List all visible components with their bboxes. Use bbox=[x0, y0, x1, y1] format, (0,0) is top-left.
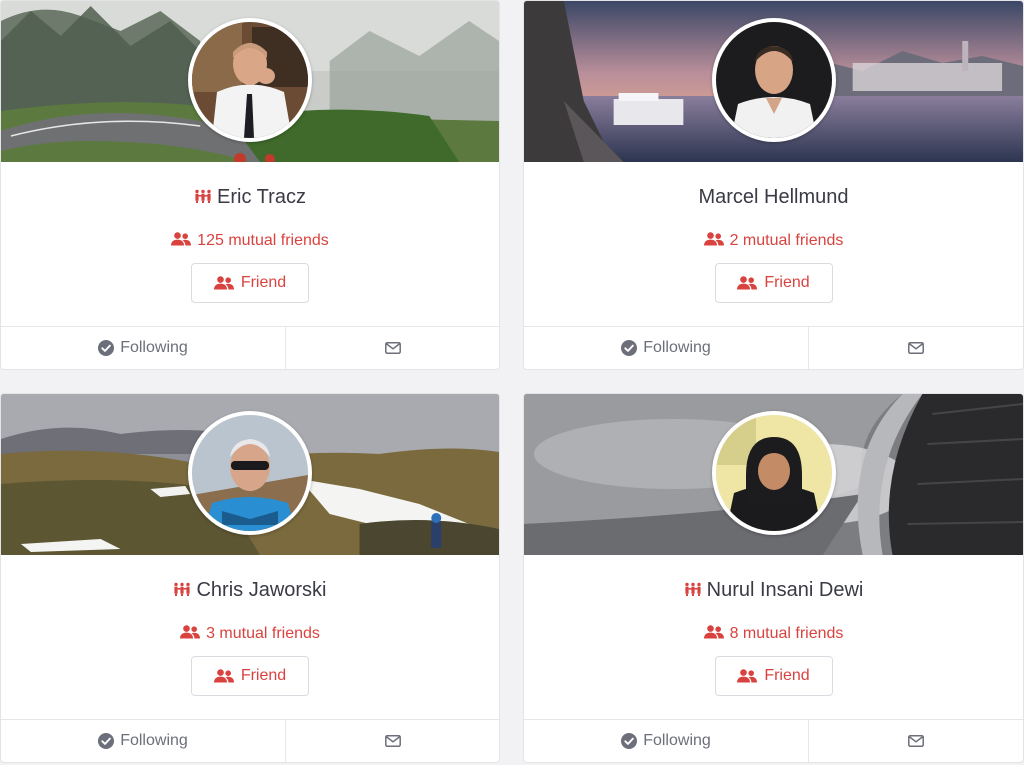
users-icon bbox=[704, 232, 724, 246]
card-footer: Following bbox=[1, 326, 499, 369]
friend-button-label: Friend bbox=[240, 667, 287, 684]
profile-card: Nurul Insani Dewi 8 mutual friends Frien… bbox=[523, 393, 1024, 763]
following-label: Following bbox=[120, 339, 188, 356]
profile-name[interactable]: Marcel Hellmund bbox=[698, 186, 848, 208]
envelope-icon bbox=[908, 342, 924, 354]
check-circle-icon bbox=[621, 340, 637, 356]
mutual-friends[interactable]: 2 mutual friends bbox=[524, 230, 1023, 252]
mutual-friends-label[interactable]: 3 mutual friends bbox=[206, 625, 320, 642]
following-label: Following bbox=[643, 339, 711, 356]
check-circle-icon bbox=[98, 340, 114, 356]
following-button[interactable]: Following bbox=[524, 720, 809, 762]
friend-button[interactable]: Friend bbox=[191, 263, 309, 303]
profile-card: Eric Tracz 125 mutual friends Friend Fol… bbox=[0, 0, 500, 370]
card-footer: Following bbox=[524, 326, 1023, 369]
card-footer: Following bbox=[1, 719, 499, 762]
friend-button[interactable]: Friend bbox=[191, 656, 309, 696]
users-icon bbox=[180, 625, 200, 639]
user-friends-icon bbox=[737, 276, 757, 290]
friend-button[interactable]: Friend bbox=[714, 263, 833, 303]
mutual-friends[interactable]: 3 mutual friends bbox=[1, 623, 499, 645]
friend-button[interactable]: Friend bbox=[714, 656, 833, 696]
mutual-friends[interactable]: 125 mutual friends bbox=[1, 230, 499, 252]
mutual-friends-label[interactable]: 125 mutual friends bbox=[197, 232, 329, 249]
message-button[interactable] bbox=[809, 327, 1023, 369]
profile-name-row[interactable]: Eric Tracz bbox=[1, 184, 499, 210]
profile-name[interactable]: Chris Jaworski bbox=[196, 579, 326, 601]
mutual-friends-label[interactable]: 2 mutual friends bbox=[730, 232, 844, 249]
mutual-friends[interactable]: 8 mutual friends bbox=[524, 623, 1023, 645]
avatar[interactable] bbox=[188, 411, 312, 535]
check-circle-icon bbox=[98, 733, 114, 749]
profile-name[interactable]: Eric Tracz bbox=[217, 186, 306, 208]
user-friends-icon bbox=[737, 669, 757, 683]
company-people-icon bbox=[173, 582, 191, 596]
friend-button-label: Friend bbox=[764, 274, 810, 291]
message-button[interactable] bbox=[286, 327, 499, 369]
profile-name-row[interactable]: Marcel Hellmund bbox=[524, 184, 1023, 210]
profile-name-row[interactable]: Nurul Insani Dewi bbox=[524, 577, 1023, 603]
user-friends-icon bbox=[214, 276, 234, 290]
company-people-icon bbox=[684, 582, 702, 596]
company-people-icon bbox=[194, 189, 212, 203]
envelope-icon bbox=[908, 735, 924, 747]
profile-card: Marcel Hellmund 2 mutual friends Friend … bbox=[523, 0, 1024, 370]
profile-name-row[interactable]: Chris Jaworski bbox=[1, 577, 499, 603]
profile-name[interactable]: Nurul Insani Dewi bbox=[707, 579, 864, 601]
friend-button-label: Friend bbox=[240, 274, 287, 291]
avatar[interactable] bbox=[711, 411, 836, 535]
profile-card: Chris Jaworski 3 mutual friends Friend F… bbox=[0, 393, 500, 763]
message-button[interactable] bbox=[809, 720, 1023, 762]
following-button[interactable]: Following bbox=[1, 720, 286, 762]
mutual-friends-label[interactable]: 8 mutual friends bbox=[730, 625, 844, 642]
avatar[interactable] bbox=[711, 18, 836, 142]
check-circle-icon bbox=[621, 733, 637, 749]
user-friends-icon bbox=[214, 669, 234, 683]
message-button[interactable] bbox=[286, 720, 499, 762]
envelope-icon bbox=[385, 342, 401, 354]
following-button[interactable]: Following bbox=[1, 327, 286, 369]
following-button[interactable]: Following bbox=[524, 327, 809, 369]
following-label: Following bbox=[643, 732, 711, 749]
following-label: Following bbox=[120, 732, 188, 749]
envelope-icon bbox=[385, 735, 401, 747]
users-icon bbox=[704, 625, 724, 639]
avatar[interactable] bbox=[188, 18, 312, 142]
users-icon bbox=[171, 232, 191, 246]
card-footer: Following bbox=[524, 719, 1023, 762]
friend-button-label: Friend bbox=[764, 667, 810, 684]
